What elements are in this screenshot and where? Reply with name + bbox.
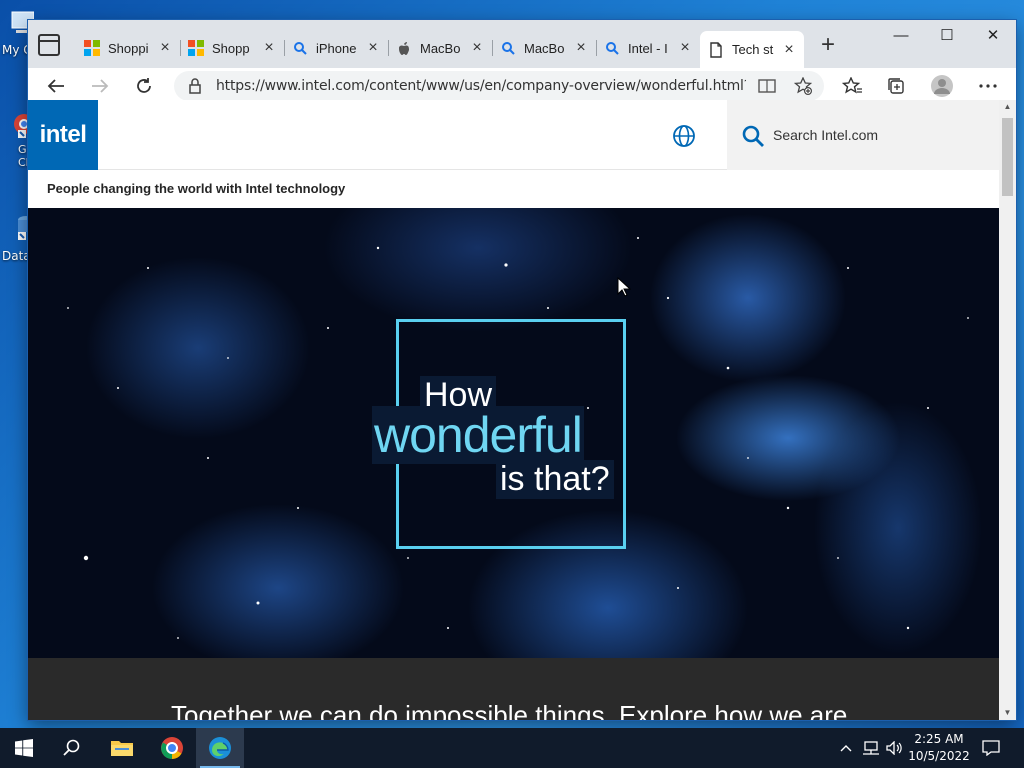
search-placeholder[interactable]: Search Intel.com	[773, 127, 878, 143]
refresh-icon[interactable]	[130, 74, 158, 98]
maximize-button[interactable]: ☐	[924, 20, 970, 50]
volume-icon[interactable]	[884, 728, 906, 768]
close-tab-icon[interactable]: ×	[678, 40, 692, 56]
network-icon[interactable]	[860, 728, 882, 768]
hero-line-3: is that?	[496, 460, 614, 499]
tab[interactable]: Shoppi ×	[76, 31, 180, 65]
tab[interactable]: Shopp ×	[180, 31, 284, 65]
url-text[interactable]: https://www.intel.com/content/www/us/en/…	[216, 78, 746, 94]
intro-band: Together we can do impossible things. Ex…	[28, 658, 999, 720]
tab-active[interactable]: Tech st ×	[700, 31, 804, 68]
microsoft-icon	[84, 40, 100, 56]
new-tab-button[interactable]: +	[810, 28, 846, 64]
close-window-button[interactable]: ✕	[970, 20, 1016, 50]
clock-date: 10/5/2022	[908, 749, 970, 763]
collections-icon[interactable]	[882, 74, 910, 98]
tab-title: MacBo	[524, 40, 565, 56]
scroll-up-icon[interactable]: ▲	[999, 100, 1016, 114]
search-icon[interactable]	[741, 124, 765, 153]
notifications-icon[interactable]	[976, 728, 1006, 768]
more-options-icon[interactable]	[974, 74, 1002, 98]
forward-icon[interactable]	[86, 74, 114, 98]
close-tab-icon[interactable]: ×	[470, 40, 484, 56]
search-icon	[292, 40, 308, 56]
window-controls: — ☐ ✕	[878, 20, 1016, 50]
page-icon	[708, 41, 724, 58]
file-explorer-icon[interactable]	[98, 728, 146, 768]
show-hidden-icons-icon[interactable]	[836, 728, 856, 768]
close-tab-icon[interactable]: ×	[782, 41, 796, 57]
edge-icon[interactable]	[196, 728, 244, 768]
tab-title: Intel - I	[628, 40, 668, 56]
lock-icon[interactable]	[188, 78, 202, 99]
scroll-down-icon[interactable]: ▼	[999, 706, 1016, 720]
close-tab-icon[interactable]: ×	[366, 40, 380, 56]
web-page: intel Search Intel.com People changing t…	[28, 100, 999, 720]
globe-icon[interactable]	[672, 124, 696, 148]
clock-time: 2:25 AM	[914, 732, 964, 746]
title-bar: Shoppi × Shopp × iPhone × MacBo × MacBo	[28, 20, 1016, 68]
minimize-button[interactable]: —	[878, 20, 924, 50]
page-tagline: People changing the world with Intel tec…	[47, 181, 346, 196]
hero-video[interactable]: How wonderful is that?	[28, 208, 999, 658]
site-header: intel Search Intel.com	[28, 100, 999, 170]
close-tab-icon[interactable]: ×	[262, 40, 276, 56]
intro-text: Together we can do impossible things. Ex…	[171, 700, 848, 720]
tab[interactable]: Intel - I ×	[596, 31, 700, 65]
tab-title: iPhone	[316, 40, 357, 56]
hero-line-2: wonderful	[372, 406, 584, 464]
system-clock[interactable]: 2:25 AM 10/5/2022	[906, 731, 972, 765]
mouse-cursor-icon	[617, 277, 631, 297]
page-scrollbar[interactable]: ▲ ▼	[999, 100, 1016, 720]
tab-title: MacBo	[420, 40, 461, 56]
microsoft-icon	[188, 40, 204, 56]
scroll-thumb[interactable]	[1002, 118, 1013, 196]
add-favorite-icon[interactable]	[792, 76, 814, 96]
intel-logo[interactable]: intel	[28, 100, 98, 170]
chrome-icon[interactable]	[148, 728, 196, 768]
tab-title: Tech st	[732, 42, 774, 57]
close-tab-icon[interactable]: ×	[574, 40, 588, 56]
tab-title: Shoppi	[108, 40, 149, 56]
search-icon	[500, 40, 516, 56]
address-bar[interactable]: https://www.intel.com/content/www/us/en/…	[174, 71, 824, 101]
profile-avatar-icon[interactable]	[928, 74, 956, 98]
tagline-bar: People changing the world with Intel tec…	[28, 170, 999, 208]
tab-actions-menu-icon[interactable]	[38, 34, 60, 56]
browser-toolbar: https://www.intel.com/content/www/us/en/…	[28, 68, 1016, 104]
tab-strip: Shoppi × Shopp × iPhone × MacBo × MacBo	[76, 28, 846, 68]
favorites-icon[interactable]	[838, 74, 866, 98]
site-search[interactable]: Search Intel.com	[727, 100, 999, 170]
search-icon	[604, 40, 620, 56]
close-tab-icon[interactable]: ×	[158, 40, 172, 56]
tab[interactable]: MacBo ×	[388, 31, 492, 65]
taskbar: 2:25 AM 10/5/2022	[0, 728, 1024, 768]
search-icon[interactable]	[48, 728, 96, 768]
apple-icon	[396, 40, 412, 56]
tab[interactable]: MacBo ×	[492, 31, 596, 65]
reader-view-icon[interactable]	[756, 76, 778, 96]
back-icon[interactable]	[42, 74, 70, 98]
browser-window: Shoppi × Shopp × iPhone × MacBo × MacBo	[28, 20, 1016, 720]
tab[interactable]: iPhone ×	[284, 31, 388, 65]
tab-title: Shopp	[212, 40, 250, 56]
windows-start-icon[interactable]	[0, 728, 48, 768]
